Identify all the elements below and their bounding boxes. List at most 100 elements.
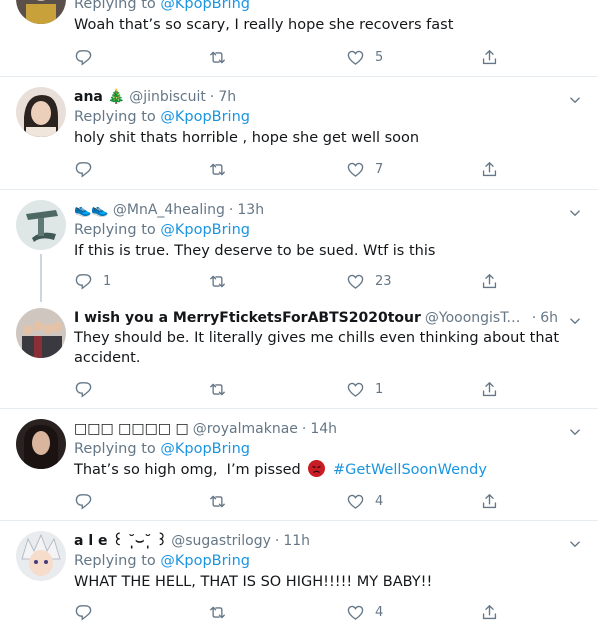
replying-to: Replying to @KpopBring bbox=[74, 220, 582, 241]
timestamp[interactable]: 6h bbox=[540, 308, 558, 328]
like-button[interactable]: 5 bbox=[346, 46, 383, 68]
like-count: 23 bbox=[375, 273, 392, 289]
like-count: 4 bbox=[375, 493, 384, 509]
share-button[interactable] bbox=[480, 378, 499, 400]
retweet-icon bbox=[208, 380, 227, 399]
caret-down-icon[interactable] bbox=[566, 91, 584, 109]
tweet-header: □□□ □□□□ □ @royalmaknae · 14h bbox=[74, 419, 582, 439]
replying-to-label: Replying to bbox=[74, 222, 161, 238]
tree-emoji: 🎄 bbox=[107, 89, 126, 105]
display-name[interactable]: I wish you a MerryFticketsForABTS2020tou… bbox=[74, 308, 421, 328]
hashtag-link[interactable]: #GetWellSoonWendy bbox=[333, 462, 487, 478]
tweet[interactable]: 👟👟 @MnA_4healing · 13h Replying to @Kpop… bbox=[0, 190, 598, 302]
timestamp[interactable]: 13h bbox=[237, 200, 264, 220]
user-handle[interactable]: @YooongisTong... bbox=[425, 308, 528, 328]
retweet-button[interactable] bbox=[208, 601, 227, 623]
tweet[interactable]: a l e ꒰ ˘̩̩̩⌣˘̩̩̩ ꒱ @sugastrilogy · 11h … bbox=[0, 521, 598, 628]
like-button[interactable]: 7 bbox=[346, 158, 383, 180]
avatar[interactable] bbox=[16, 200, 66, 250]
reply-icon bbox=[74, 48, 93, 67]
reply-count: 1 bbox=[103, 273, 112, 289]
mention-link[interactable]: @KpopBring bbox=[160, 0, 250, 12]
tweet[interactable]: I wish you a MerryFticketsForABTS2020tou… bbox=[0, 298, 598, 409]
share-icon bbox=[480, 48, 499, 67]
retweet-icon bbox=[208, 160, 227, 179]
tweet[interactable]: □□□ □□□□ □ @royalmaknae · 14h Replying t… bbox=[0, 409, 598, 521]
tweet[interactable]: ana 🎄 @jinbiscuit · 7h Replying to @Kpop… bbox=[0, 77, 598, 190]
tweet-text: Woah that’s so scary, I really hope she … bbox=[74, 17, 454, 33]
like-count: 4 bbox=[375, 604, 384, 620]
avatar[interactable] bbox=[16, 0, 66, 24]
tweet-header: a l e ꒰ ˘̩̩̩⌣˘̩̩̩ ꒱ @sugastrilogy · 11h bbox=[74, 531, 582, 551]
share-button[interactable] bbox=[480, 46, 499, 68]
mention-link[interactable]: @KpopBring bbox=[160, 441, 250, 457]
reply-button[interactable] bbox=[74, 490, 93, 512]
like-icon bbox=[346, 160, 365, 179]
retweet-button[interactable] bbox=[208, 490, 227, 512]
like-icon bbox=[346, 492, 365, 511]
retweet-icon bbox=[208, 603, 227, 622]
like-count: 1 bbox=[375, 381, 384, 397]
retweet-button[interactable] bbox=[208, 378, 227, 400]
avatar[interactable] bbox=[16, 419, 66, 469]
user-handle[interactable]: @jinbiscuit bbox=[129, 87, 206, 107]
thread-connector bbox=[40, 254, 42, 302]
share-button[interactable] bbox=[480, 601, 499, 623]
caret-down-icon[interactable] bbox=[566, 312, 584, 330]
avatar[interactable] bbox=[16, 87, 66, 137]
sneaker-emoji: 👟👟 bbox=[74, 202, 109, 218]
like-icon bbox=[346, 48, 365, 67]
mention-link[interactable]: @KpopBring bbox=[160, 553, 250, 569]
user-handle[interactable]: @sugastrilogy bbox=[171, 531, 271, 551]
caret-down-icon[interactable] bbox=[566, 423, 584, 441]
reply-icon bbox=[74, 380, 93, 399]
retweet-button[interactable] bbox=[208, 270, 227, 292]
caret-down-icon[interactable] bbox=[566, 535, 584, 553]
user-handle[interactable]: @MnA_4healing bbox=[113, 200, 225, 220]
timestamp[interactable]: 14h bbox=[310, 419, 337, 439]
separator-dot: · bbox=[531, 310, 537, 326]
mention-link[interactable]: @KpopBring bbox=[160, 222, 250, 238]
tweet-header: ana 🎄 @jinbiscuit · 7h bbox=[74, 87, 582, 107]
display-name[interactable]: a l e ꒰ ˘̩̩̩⌣˘̩̩̩ ꒱ bbox=[74, 531, 167, 551]
like-button[interactable]: 4 bbox=[346, 490, 383, 512]
separator-dot: · bbox=[228, 202, 234, 218]
separator-dot: · bbox=[301, 421, 307, 437]
retweet-icon bbox=[208, 48, 227, 67]
replying-to: Replying to @KpopBring bbox=[74, 107, 582, 128]
tweet[interactable]: Replying to @KpopBring Woah that’s so sc… bbox=[0, 0, 598, 77]
replying-to-label: Replying to bbox=[74, 553, 161, 569]
display-name[interactable]: □□□ □□□□ □ bbox=[74, 419, 189, 439]
tweet-text: holy shit thats horrible , hope she get … bbox=[74, 130, 420, 146]
reply-button[interactable] bbox=[74, 158, 93, 180]
reply-button[interactable]: 1 bbox=[74, 270, 111, 292]
user-handle[interactable]: @royalmaknae bbox=[193, 419, 298, 439]
caret-down-icon[interactable] bbox=[566, 204, 584, 222]
like-button[interactable]: 23 bbox=[346, 270, 392, 292]
reply-button[interactable] bbox=[74, 46, 93, 68]
retweet-button[interactable] bbox=[208, 46, 227, 68]
display-name[interactable]: ana 🎄 bbox=[74, 87, 125, 107]
timestamp[interactable]: 11h bbox=[283, 531, 310, 551]
like-button[interactable]: 1 bbox=[346, 378, 383, 400]
separator-dot: · bbox=[209, 89, 215, 105]
retweet-button[interactable] bbox=[208, 158, 227, 180]
like-count: 5 bbox=[375, 49, 384, 65]
avatar[interactable] bbox=[16, 308, 66, 358]
like-icon bbox=[346, 603, 365, 622]
share-button[interactable] bbox=[480, 490, 499, 512]
mention-link[interactable]: @KpopBring bbox=[160, 109, 250, 125]
like-count: 7 bbox=[375, 161, 384, 177]
reply-icon bbox=[74, 160, 93, 179]
avatar[interactable] bbox=[16, 531, 66, 581]
share-button[interactable] bbox=[480, 158, 499, 180]
share-button[interactable] bbox=[480, 270, 499, 292]
like-button[interactable]: 4 bbox=[346, 601, 383, 623]
reply-button[interactable] bbox=[74, 378, 93, 400]
tweet-text: That’s so high omg, I’m pissed #GetWellS… bbox=[74, 460, 582, 480]
timestamp[interactable]: 7h bbox=[218, 87, 236, 107]
replying-to: Replying to @KpopBring bbox=[74, 439, 582, 460]
like-icon bbox=[346, 272, 365, 291]
reply-button[interactable] bbox=[74, 601, 93, 623]
display-name[interactable]: 👟👟 bbox=[74, 200, 109, 220]
